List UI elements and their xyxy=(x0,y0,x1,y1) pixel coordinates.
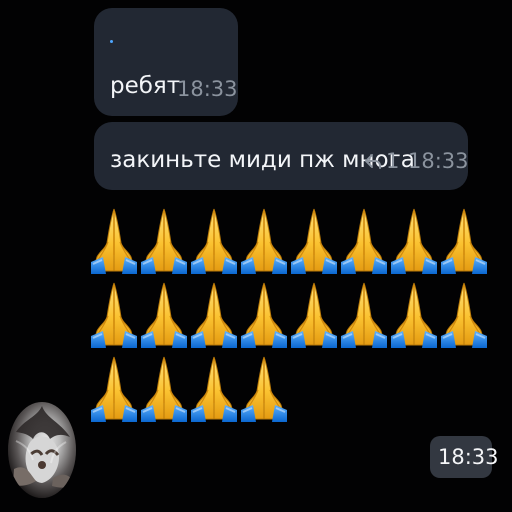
praying-hands-icon xyxy=(90,206,138,274)
reply-icon[interactable] xyxy=(364,153,383,169)
sender-dot xyxy=(110,40,113,43)
praying-hands-icon xyxy=(140,354,188,422)
praying-hands-icon xyxy=(340,206,388,274)
emoji-message[interactable] xyxy=(90,206,490,426)
praying-hands-icon xyxy=(440,280,488,348)
praying-hands-icon xyxy=(90,354,138,422)
reply-count[interactable]: 1 xyxy=(386,151,399,172)
praying-hands-icon xyxy=(90,280,138,348)
praying-hands-icon xyxy=(190,206,238,274)
praying-hands-icon xyxy=(340,280,388,348)
praying-hands-icon xyxy=(240,280,288,348)
user-avatar[interactable] xyxy=(8,400,76,500)
emoji-message-time: 18:33 xyxy=(438,445,499,469)
praying-hands-icon xyxy=(190,280,238,348)
praying-hands-icon xyxy=(140,280,188,348)
message-time-2: 18:33 xyxy=(408,149,469,173)
message-time-1: 18:33 xyxy=(177,77,238,101)
praying-hands-icon xyxy=(240,354,288,422)
praying-hands-icon xyxy=(440,206,488,274)
praying-hands-icon xyxy=(390,280,438,348)
cat-avatar-image xyxy=(8,402,76,498)
praying-hands-icon xyxy=(290,206,338,274)
praying-hands-icon xyxy=(390,206,438,274)
praying-hands-icon xyxy=(240,206,288,274)
chat-screen: ребят 18:33 закиньте миди пж многа 1 18:… xyxy=(0,0,512,512)
message-text-1: ребят xyxy=(110,73,181,99)
praying-hands-icon xyxy=(190,354,238,422)
praying-hands-icon xyxy=(290,280,338,348)
praying-hands-icon xyxy=(140,206,188,274)
